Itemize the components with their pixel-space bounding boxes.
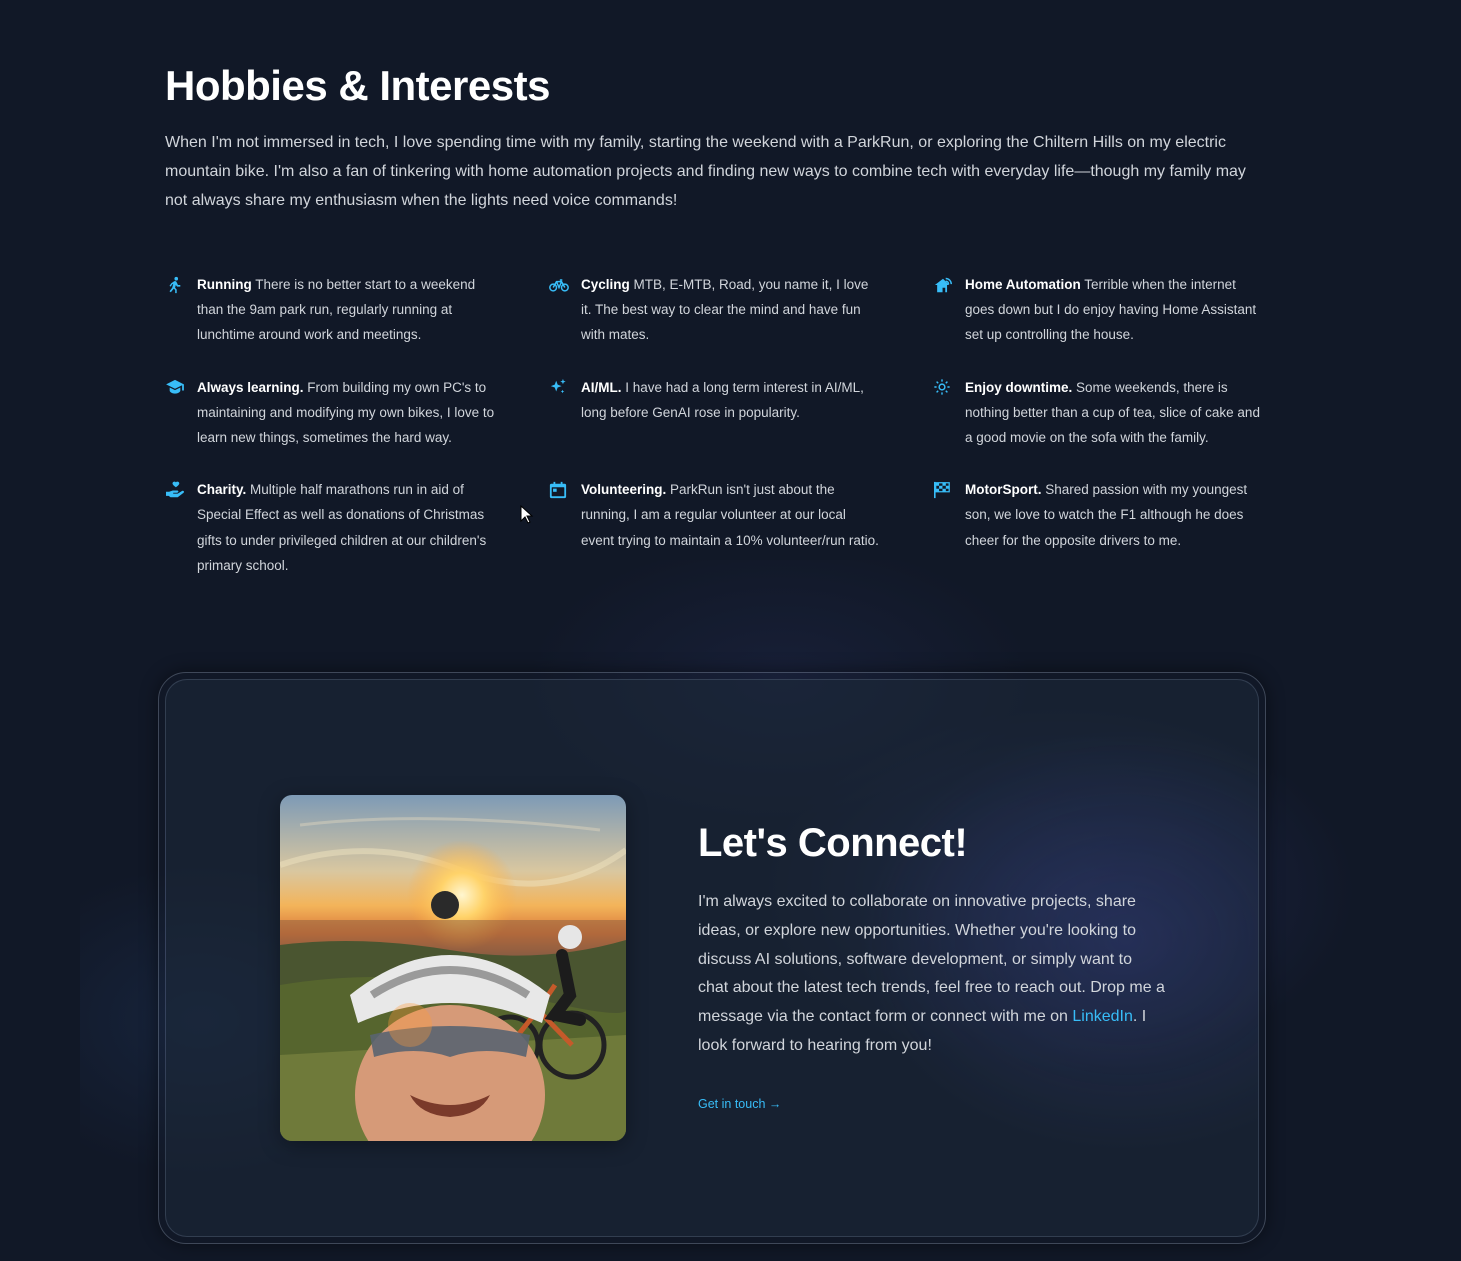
connect-body-text: I'm always excited to collaborate on inn… bbox=[698, 893, 1165, 1026]
hobby-item-home-automation: Home Automation Terrible when the intern… bbox=[933, 272, 1265, 348]
hobbies-grid: Running There is no better start to a we… bbox=[165, 272, 1265, 578]
running-icon bbox=[165, 272, 197, 297]
sparkles-icon bbox=[549, 375, 581, 400]
bicycle-icon bbox=[549, 272, 581, 297]
hobby-title: Running bbox=[197, 277, 252, 292]
linkedin-link[interactable]: LinkedIn bbox=[1072, 1008, 1133, 1025]
hobby-item-running: Running There is no better start to a we… bbox=[165, 272, 549, 348]
hobbies-intro: When I'm not immersed in tech, I love sp… bbox=[165, 134, 1246, 209]
connect-card: Let's Connect! I'm always excited to col… bbox=[165, 679, 1259, 1237]
connect-body: I'm always excited to collaborate on inn… bbox=[698, 888, 1166, 1061]
hobby-title: Home Automation bbox=[965, 277, 1081, 292]
connect-content: Let's Connect! I'm always excited to col… bbox=[698, 815, 1166, 1113]
hobby-item-charity: Charity. Multiple half marathons run in … bbox=[165, 477, 549, 578]
hobby-item-motorsport: MotorSport. Shared passion with my young… bbox=[933, 477, 1265, 578]
hobby-title: Charity. bbox=[197, 482, 247, 498]
hobby-title: Enjoy downtime. bbox=[965, 379, 1073, 395]
hobby-title: Cycling bbox=[581, 277, 630, 292]
hobby-title: Always learning. bbox=[197, 379, 304, 395]
hobby-item-cycling: Cycling MTB, E-MTB, Road, you name it, I… bbox=[549, 272, 933, 348]
hobby-item-always-learning: Always learning. From building my own PC… bbox=[165, 375, 549, 451]
hobby-item-volunteering: Volunteering. ParkRun isn't just about t… bbox=[549, 477, 933, 578]
connect-section: Let's Connect! I'm always excited to col… bbox=[158, 672, 1266, 1244]
sun-icon bbox=[933, 375, 965, 400]
calendar-icon bbox=[549, 477, 581, 502]
get-in-touch-link[interactable]: Get in touch → bbox=[698, 1097, 781, 1111]
connect-title: Let's Connect! bbox=[698, 821, 968, 865]
hobbies-section: Hobbies & Interests When I'm not immerse… bbox=[165, 58, 1265, 215]
mouse-cursor-icon bbox=[520, 504, 534, 530]
hobby-item-enjoy-downtime: Enjoy downtime. Some weekends, there is … bbox=[933, 375, 1265, 451]
graduation-cap-icon bbox=[165, 375, 197, 400]
hobby-title: AI/ML. bbox=[581, 379, 622, 395]
hobby-item-ai-ml: AI/ML. I have had a long term interest i… bbox=[549, 375, 933, 451]
section-title: Hobbies & Interests bbox=[165, 62, 550, 109]
hobby-description: I have had a long term interest in AI/ML… bbox=[581, 379, 864, 420]
home-wifi-icon bbox=[933, 272, 965, 297]
hand-heart-icon bbox=[165, 477, 197, 502]
hobby-title: Volunteering. bbox=[581, 482, 667, 498]
checkered-flag-icon bbox=[933, 477, 965, 502]
profile-photo bbox=[280, 795, 626, 1141]
hobby-title: MotorSport. bbox=[965, 482, 1042, 498]
